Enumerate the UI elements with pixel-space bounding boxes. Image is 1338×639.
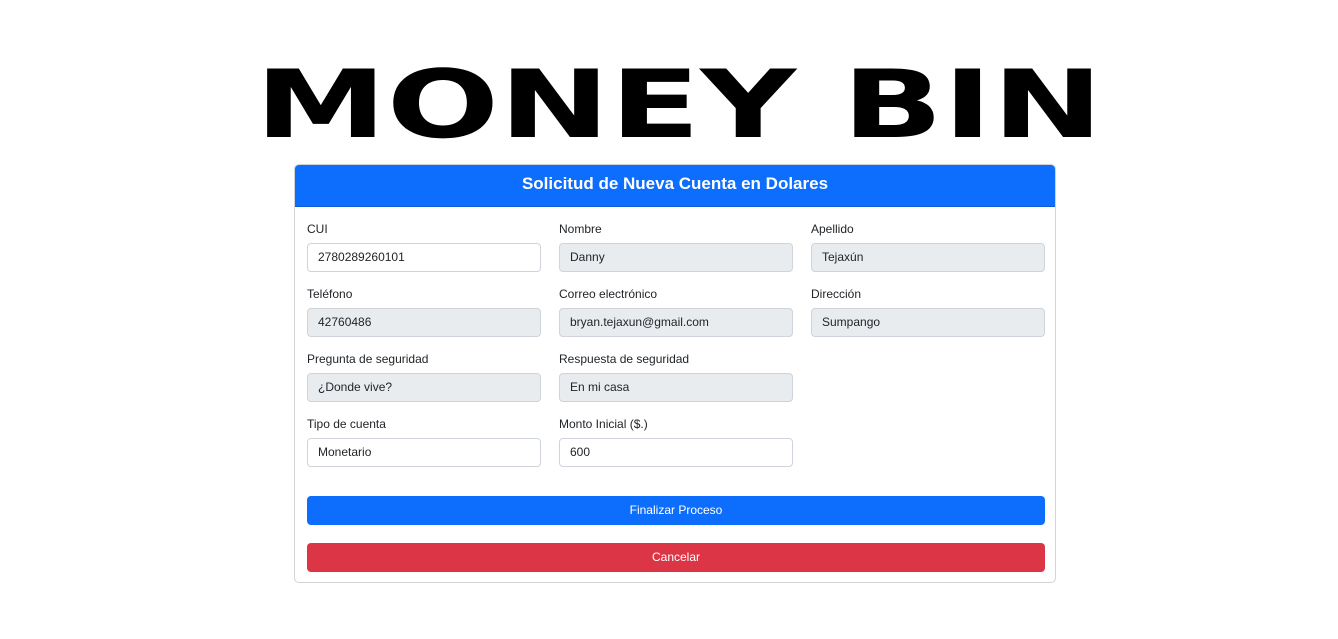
respuesta-field-group: Respuesta de seguridad En mi casa bbox=[559, 351, 793, 402]
correo-field-group: Correo electrónico bryan.tejaxun@gmail.c… bbox=[559, 286, 793, 337]
logo-text: MONEY BIN bbox=[255, 66, 1103, 139]
respuesta-label: Respuesta de seguridad bbox=[559, 352, 690, 366]
monto-field-group: Monto Inicial ($.) 600 bbox=[559, 416, 793, 467]
pregunta-label: Pregunta de seguridad bbox=[307, 352, 429, 366]
finalizar-proceso-button[interactable]: Finalizar Proceso bbox=[307, 496, 1045, 525]
nombre-input: Danny bbox=[559, 243, 793, 272]
apellido-input: Tejaxún bbox=[811, 243, 1045, 272]
tipo-cuenta-label: Tipo de cuenta bbox=[307, 417, 386, 431]
telefono-field-group: Teléfono 42760486 bbox=[307, 286, 541, 337]
nombre-label: Nombre bbox=[559, 222, 602, 236]
direccion-field-group: Dirección Sumpango bbox=[811, 286, 1045, 337]
direccion-input: Sumpango bbox=[811, 308, 1045, 337]
respuesta-input: En mi casa bbox=[559, 373, 793, 402]
direccion-label: Dirección bbox=[811, 287, 862, 301]
card-title: Solicitud de Nueva Cuenta en Dolares bbox=[295, 165, 1055, 207]
monto-input[interactable]: 600 bbox=[559, 438, 793, 467]
correo-label: Correo electrónico bbox=[559, 287, 658, 301]
cui-input[interactable]: 2780289260101 bbox=[307, 243, 541, 272]
pregunta-field-group: Pregunta de seguridad ¿Donde vive? bbox=[307, 351, 541, 402]
pregunta-input: ¿Donde vive? bbox=[307, 373, 541, 402]
monto-label: Monto Inicial ($.) bbox=[559, 417, 648, 431]
cui-field-group: CUI 2780289260101 bbox=[307, 221, 541, 272]
money-bin-logo: MONEY BIN bbox=[255, 66, 1103, 139]
new-account-card: Solicitud de Nueva Cuenta en Dolares CUI… bbox=[294, 164, 1056, 583]
correo-input: bryan.tejaxun@gmail.com bbox=[559, 308, 793, 337]
apellido-field-group: Apellido Tejaxún bbox=[811, 221, 1045, 272]
cancelar-button[interactable]: Cancelar bbox=[307, 543, 1045, 572]
tipo-cuenta-input[interactable]: Monetario bbox=[307, 438, 541, 467]
cui-label: CUI bbox=[307, 222, 328, 236]
nombre-field-group: Nombre Danny bbox=[559, 221, 793, 272]
apellido-label: Apellido bbox=[811, 222, 854, 236]
tipo-cuenta-field-group: Tipo de cuenta Monetario bbox=[307, 416, 541, 467]
telefono-label: Teléfono bbox=[307, 287, 353, 301]
telefono-input: 42760486 bbox=[307, 308, 541, 337]
